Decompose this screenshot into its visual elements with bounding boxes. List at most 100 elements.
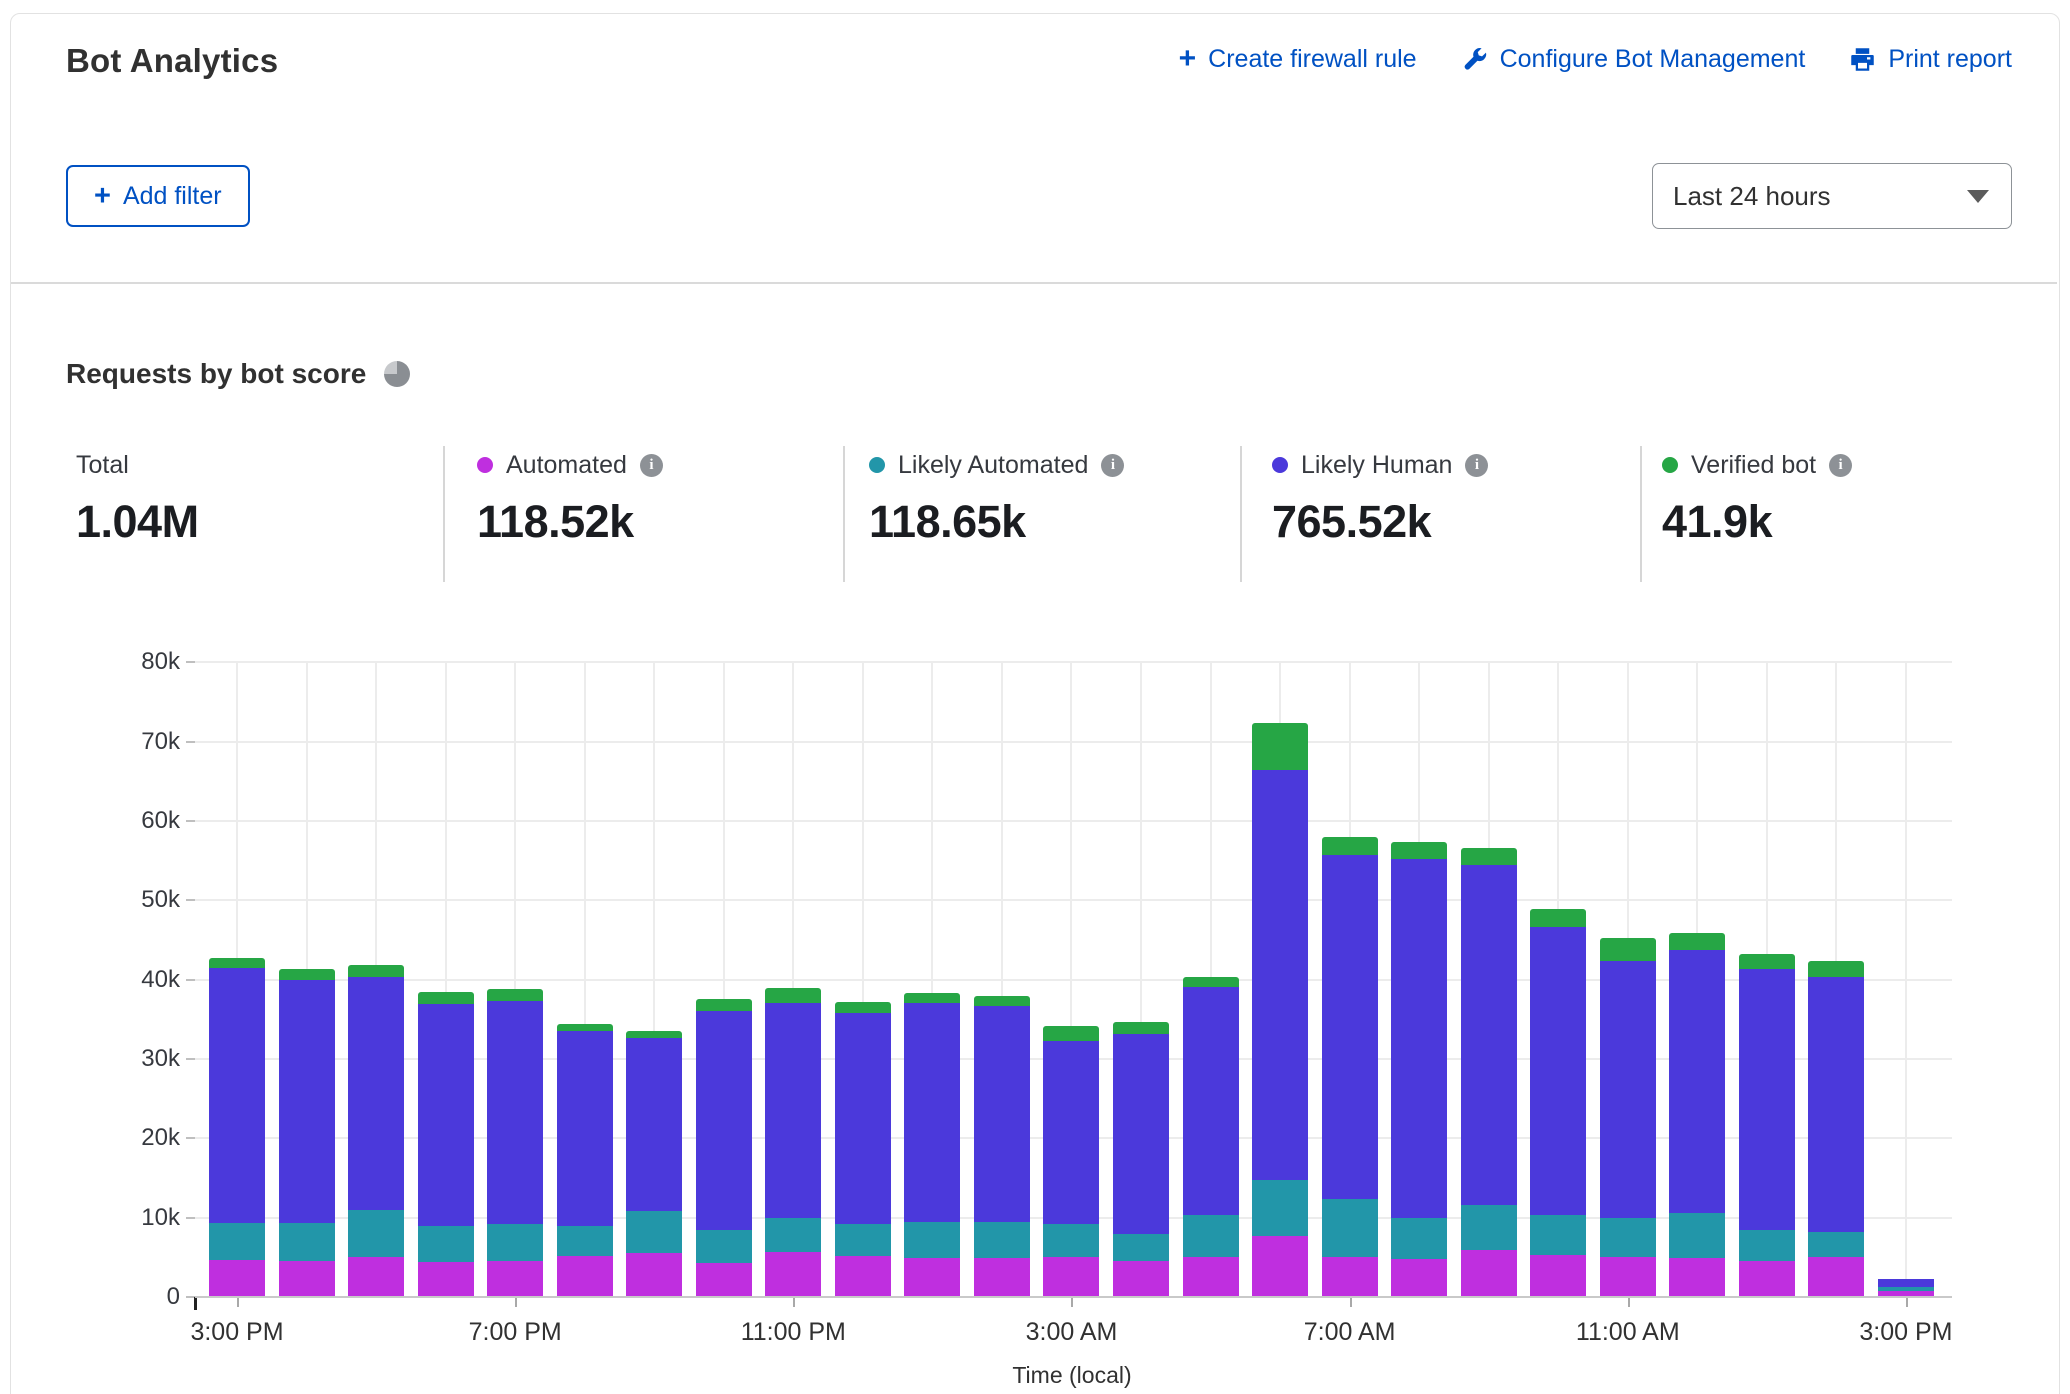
time-range-select[interactable]: Last 24 hours xyxy=(1652,163,2012,229)
bar-segment-verified-bot[interactable] xyxy=(1391,842,1447,859)
bar-segment-likely-human[interactable] xyxy=(1391,859,1447,1218)
bar-segment-verified-bot[interactable] xyxy=(1530,909,1586,926)
bar-1100am[interactable] xyxy=(1600,938,1656,1297)
bar-segment-automated[interactable] xyxy=(1391,1259,1447,1297)
bar-segment-verified-bot[interactable] xyxy=(904,993,960,1003)
bar-segment-automated[interactable] xyxy=(1739,1261,1795,1297)
create-firewall-rule-link[interactable]: + Create firewall rule xyxy=(1179,44,1417,74)
bar-segment-verified-bot[interactable] xyxy=(487,989,543,1001)
bar-segment-likely-automated[interactable] xyxy=(209,1223,265,1259)
bar-500am[interactable] xyxy=(1183,977,1239,1297)
bar-300am[interactable] xyxy=(1043,1026,1099,1297)
bar-segment-likely-automated[interactable] xyxy=(765,1218,821,1251)
bar-segment-verified-bot[interactable] xyxy=(1669,933,1725,950)
info-icon[interactable]: i xyxy=(1465,454,1488,477)
bar-segment-likely-automated[interactable] xyxy=(348,1210,404,1257)
bar-segment-likely-human[interactable] xyxy=(348,977,404,1209)
info-icon[interactable]: i xyxy=(1101,454,1124,477)
bar-segment-automated[interactable] xyxy=(904,1258,960,1297)
bar-segment-likely-automated[interactable] xyxy=(1183,1215,1239,1257)
bar-segment-likely-automated[interactable] xyxy=(626,1211,682,1253)
bar-400am[interactable] xyxy=(1113,1022,1169,1297)
bar-segment-verified-bot[interactable] xyxy=(209,958,265,968)
bar-segment-verified-bot[interactable] xyxy=(279,969,335,979)
bar-segment-likely-human[interactable] xyxy=(487,1001,543,1224)
bar-segment-verified-bot[interactable] xyxy=(348,965,404,978)
bar-segment-verified-bot[interactable] xyxy=(1739,954,1795,969)
bar-segment-verified-bot[interactable] xyxy=(418,992,474,1003)
bar-segment-likely-automated[interactable] xyxy=(1391,1218,1447,1258)
bar-segment-verified-bot[interactable] xyxy=(696,999,752,1012)
bar-segment-verified-bot[interactable] xyxy=(1113,1022,1169,1034)
bar-segment-verified-bot[interactable] xyxy=(974,996,1030,1006)
bar-100pm[interactable] xyxy=(1739,954,1795,1297)
bar-segment-likely-human[interactable] xyxy=(557,1031,613,1225)
bar-segment-verified-bot[interactable] xyxy=(1183,977,1239,987)
bar-segment-automated[interactable] xyxy=(209,1260,265,1297)
bar-segment-likely-human[interactable] xyxy=(765,1003,821,1219)
bar-segment-automated[interactable] xyxy=(1183,1257,1239,1297)
bar-100am[interactable] xyxy=(904,993,960,1297)
bar-segment-automated[interactable] xyxy=(1322,1257,1378,1297)
bar-segment-likely-human[interactable] xyxy=(1739,969,1795,1230)
bar-segment-likely-human[interactable] xyxy=(279,980,335,1224)
bar-segment-verified-bot[interactable] xyxy=(1043,1026,1099,1041)
bar-segment-likely-human[interactable] xyxy=(696,1011,752,1230)
bar-segment-automated[interactable] xyxy=(696,1263,752,1297)
bar-segment-automated[interactable] xyxy=(1461,1250,1517,1297)
bar-segment-verified-bot[interactable] xyxy=(835,1002,891,1013)
bar-segment-likely-automated[interactable] xyxy=(1322,1199,1378,1257)
bar-segment-verified-bot[interactable] xyxy=(1322,837,1378,855)
bar-segment-likely-human[interactable] xyxy=(209,968,265,1223)
bar-segment-verified-bot[interactable] xyxy=(1252,723,1308,771)
bar-1200pm[interactable] xyxy=(1669,933,1725,1297)
bar-segment-automated[interactable] xyxy=(487,1261,543,1297)
bar-segment-likely-human[interactable] xyxy=(1461,865,1517,1205)
bar-400pm[interactable] xyxy=(279,969,335,1297)
bar-1200am[interactable] xyxy=(835,1002,891,1297)
bar-segment-automated[interactable] xyxy=(1113,1261,1169,1297)
bar-segment-likely-automated[interactable] xyxy=(1113,1234,1169,1261)
bar-segment-likely-automated[interactable] xyxy=(904,1222,960,1258)
bar-500pm[interactable] xyxy=(348,965,404,1297)
bar-segment-verified-bot[interactable] xyxy=(557,1024,613,1031)
bar-1000am[interactable] xyxy=(1530,909,1586,1297)
bar-segment-likely-human[interactable] xyxy=(1808,977,1864,1232)
bar-segment-automated[interactable] xyxy=(418,1262,474,1297)
bar-segment-automated[interactable] xyxy=(835,1256,891,1297)
bar-200pm[interactable] xyxy=(1808,961,1864,1297)
bar-900am[interactable] xyxy=(1461,848,1517,1297)
bar-800pm[interactable] xyxy=(557,1024,613,1297)
bar-segment-automated[interactable] xyxy=(1252,1236,1308,1297)
bar-segment-likely-human[interactable] xyxy=(1600,961,1656,1219)
bar-segment-automated[interactable] xyxy=(974,1258,1030,1297)
bar-segment-automated[interactable] xyxy=(765,1252,821,1297)
add-filter-button[interactable]: + Add filter xyxy=(66,165,250,227)
bar-segment-likely-automated[interactable] xyxy=(1252,1180,1308,1236)
bar-segment-automated[interactable] xyxy=(1600,1257,1656,1297)
bar-segment-likely-automated[interactable] xyxy=(696,1230,752,1263)
bar-segment-likely-automated[interactable] xyxy=(279,1223,335,1260)
bar-segment-automated[interactable] xyxy=(1530,1255,1586,1297)
bar-1100pm[interactable] xyxy=(765,988,821,1297)
bar-segment-automated[interactable] xyxy=(1669,1258,1725,1297)
bar-segment-likely-automated[interactable] xyxy=(1461,1205,1517,1250)
bar-700pm[interactable] xyxy=(487,989,543,1297)
bar-segment-likely-automated[interactable] xyxy=(1530,1215,1586,1255)
bar-segment-likely-human[interactable] xyxy=(1252,770,1308,1180)
bar-segment-likely-automated[interactable] xyxy=(418,1226,474,1262)
bar-segment-likely-human[interactable] xyxy=(1113,1034,1169,1234)
bar-segment-automated[interactable] xyxy=(1808,1257,1864,1297)
bar-300pm[interactable] xyxy=(209,958,265,1297)
bar-800am[interactable] xyxy=(1391,842,1447,1297)
bar-segment-likely-human[interactable] xyxy=(1043,1041,1099,1224)
bar-segment-automated[interactable] xyxy=(348,1257,404,1297)
bar-segment-likely-human[interactable] xyxy=(904,1003,960,1222)
bar-segment-verified-bot[interactable] xyxy=(1461,848,1517,865)
bar-700am[interactable] xyxy=(1322,837,1378,1297)
bar-segment-automated[interactable] xyxy=(1043,1257,1099,1297)
bar-segment-likely-human[interactable] xyxy=(1878,1279,1934,1288)
info-icon[interactable]: i xyxy=(1829,454,1852,477)
print-report-link[interactable]: Print report xyxy=(1849,45,2012,74)
bar-segment-automated[interactable] xyxy=(626,1253,682,1297)
